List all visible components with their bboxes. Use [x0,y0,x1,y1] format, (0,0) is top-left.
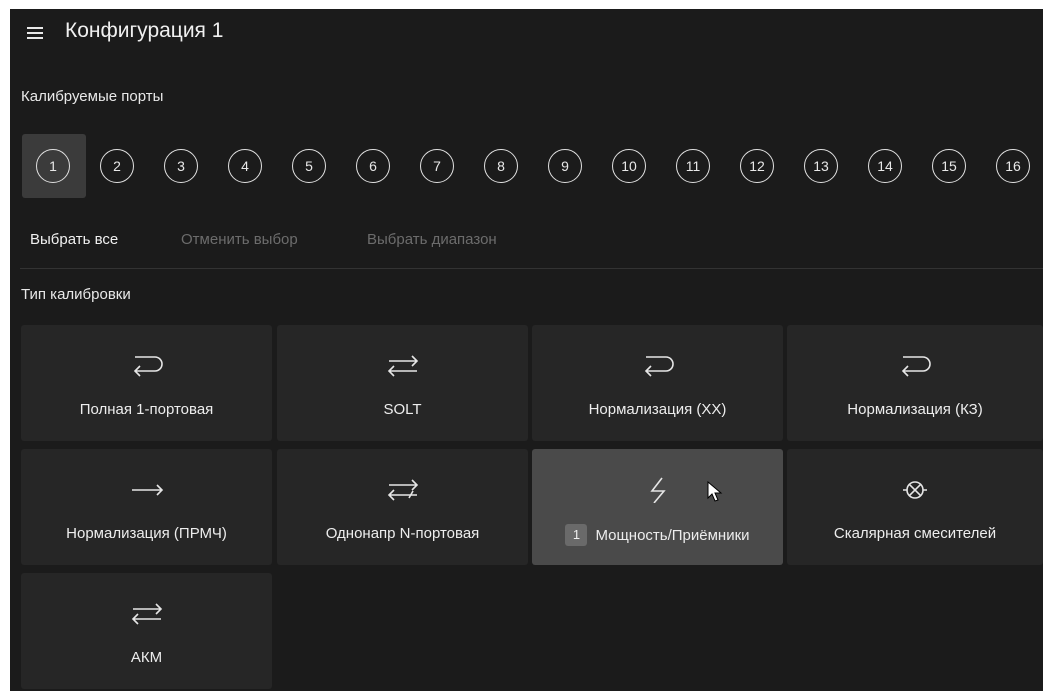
port-label: 14 [868,149,902,183]
port-button-3[interactable]: 3 [150,134,214,198]
tile-label: Нормализация (XX) [588,401,727,418]
port-label: 5 [292,149,326,183]
port-label: 11 [676,149,710,183]
port-label: 3 [164,149,198,183]
tile-label: АКМ [130,649,163,666]
port-label: 16 [996,149,1030,183]
one-way-multiport-icon [387,479,418,501]
divider [20,268,1043,269]
port-button-12[interactable]: 12 [726,134,790,198]
header-bar: Конфигурация 1 [10,9,1043,57]
tile-label: Нормализация (КЗ) [847,401,983,418]
loop-arrow-icon [133,356,163,377]
port-button-6[interactable]: 6 [342,134,406,198]
port-label: 7 [420,149,454,183]
ports-section-label: Калибруемые порты [21,88,164,105]
port-label: 12 [740,149,774,183]
tile-normalization-open[interactable]: Нормализация (XX) [532,325,783,441]
tile-normalization-through[interactable]: Нормализация (ПРМЧ) [21,449,272,565]
port-button-10[interactable]: 10 [598,134,662,198]
calibration-type-label: Тип калибровки [21,286,131,303]
port-button-4[interactable]: 4 [214,134,278,198]
loop-arrow-icon [644,356,674,377]
bidirectional-arrows-icon [131,603,162,625]
tile-one-way-n-port[interactable]: Однонапр N-портовая [277,449,528,565]
port-button-14[interactable]: 14 [854,134,918,198]
tile-normalization-short[interactable]: Нормализация (КЗ) [787,325,1043,441]
port-label: 10 [612,149,646,183]
port-button-1[interactable]: 1 [22,134,86,198]
port-selector: 1 2 3 4 5 6 7 8 9 10 11 12 13 14 15 16 [22,134,1043,198]
port-label: 13 [804,149,838,183]
select-range-button[interactable]: Выбрать диапазон [367,231,497,248]
port-button-7[interactable]: 7 [406,134,470,198]
bidirectional-arrows-icon [387,355,418,377]
calibration-window: Конфигурация 1 Калибруемые порты 1 2 3 4… [10,9,1043,691]
port-button-5[interactable]: 5 [278,134,342,198]
tile-label: Однонапр N-портовая [325,525,480,542]
right-arrow-icon [131,484,163,496]
tile-full-1-port[interactable]: Полная 1-портовая [21,325,272,441]
port-button-15[interactable]: 15 [918,134,982,198]
lightning-icon [649,477,666,503]
port-label: 2 [100,149,134,183]
port-button-8[interactable]: 8 [470,134,534,198]
port-label: 6 [356,149,390,183]
tile-label: Полная 1-портовая [79,401,214,418]
tile-label: Нормализация (ПРМЧ) [66,525,227,542]
tile-power-receivers[interactable]: 1 Мощность/Приёмники [532,449,783,565]
port-button-13[interactable]: 13 [790,134,854,198]
loop-arrow-icon [901,356,931,377]
select-all-button[interactable]: Выбрать все [30,231,118,248]
tile-label: Скалярная смесителей [833,525,997,542]
page-title: Конфигурация 1 [65,19,224,42]
port-button-9[interactable]: 9 [534,134,598,198]
tile-label-text: Мощность/Приёмники [595,526,750,544]
port-label: 1 [36,149,70,183]
tile-badge: 1 [565,524,588,546]
tile-akm[interactable]: АКМ [21,573,272,689]
port-button-11[interactable]: 11 [662,134,726,198]
port-label: 9 [548,149,582,183]
hamburger-menu-icon[interactable] [27,27,43,39]
port-button-2[interactable]: 2 [86,134,150,198]
tile-scalar-mixers[interactable]: Скалярная смесителей [787,449,1043,565]
mixer-icon [903,481,927,499]
tile-label: 1 Мощность/Приёмники [532,524,783,547]
deselect-button[interactable]: Отменить выбор [181,231,298,248]
port-label: 8 [484,149,518,183]
tile-label: SOLT [383,401,422,418]
port-label: 15 [932,149,966,183]
tile-solt[interactable]: SOLT [277,325,528,441]
port-button-16[interactable]: 16 [982,134,1043,198]
port-label: 4 [228,149,262,183]
